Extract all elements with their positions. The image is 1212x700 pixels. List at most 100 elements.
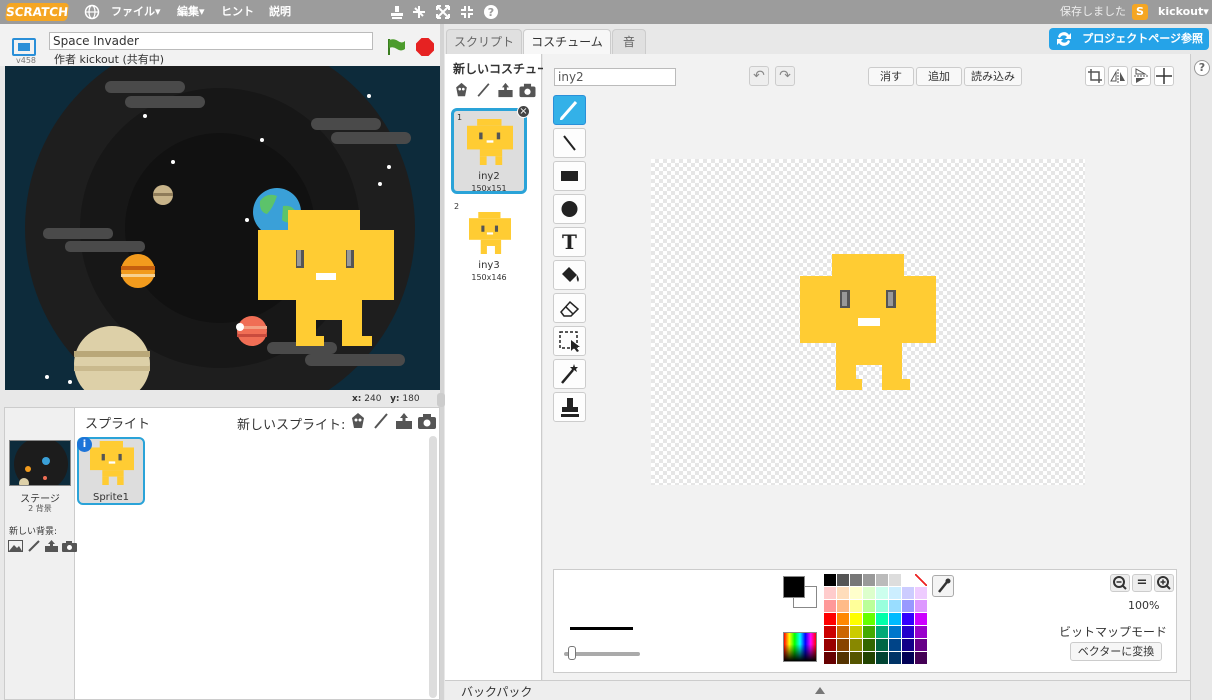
palette-color-swatch[interactable] <box>876 626 888 638</box>
zoom-out-button[interactable] <box>1110 574 1130 592</box>
clear-button[interactable]: 消す <box>868 67 914 86</box>
help-button[interactable]: ? <box>1194 60 1210 76</box>
palette-color-swatch[interactable] <box>837 639 849 651</box>
scratch-logo[interactable]: SCRATCH <box>5 3 69 21</box>
brush-width-slider-thumb[interactable] <box>568 646 576 660</box>
tab-scripts[interactable]: スクリプト <box>446 29 522 54</box>
palette-color-swatch[interactable] <box>863 626 875 638</box>
fill-bucket-tool-icon[interactable] <box>553 260 586 290</box>
crop-icon[interactable] <box>1085 66 1105 86</box>
brush-tool-icon[interactable] <box>553 95 586 125</box>
palette-color-swatch[interactable] <box>876 600 888 612</box>
text-tool-icon[interactable]: T <box>553 227 586 257</box>
zoom-in-button[interactable] <box>1154 574 1174 592</box>
eyedropper-icon[interactable] <box>932 575 954 597</box>
line-tool-icon[interactable] <box>553 128 586 158</box>
sprite-list-scrollbar[interactable] <box>429 436 437 698</box>
palette-color-swatch[interactable] <box>824 613 836 625</box>
palette-color-swatch[interactable] <box>902 587 914 599</box>
delete-costume-button[interactable]: × <box>517 105 530 118</box>
ellipse-tool-icon[interactable] <box>553 194 586 224</box>
paint-sprite-icon[interactable] <box>372 412 390 430</box>
duplicate-stamp-icon[interactable] <box>389 4 405 20</box>
palette-color-swatch[interactable] <box>824 626 836 638</box>
eraser-tool-icon[interactable] <box>553 293 586 323</box>
camera-costume-icon[interactable] <box>519 82 536 98</box>
camera-sprite-icon[interactable] <box>418 412 436 430</box>
paint-costume-icon[interactable] <box>475 82 492 98</box>
palette-color-swatch[interactable] <box>889 600 901 612</box>
expand-arrow-icon[interactable] <box>815 687 825 694</box>
palette-color-swatch[interactable] <box>889 587 901 599</box>
stamp-tool-icon[interactable] <box>553 392 586 422</box>
palette-color-swatch[interactable] <box>863 639 875 651</box>
backpack-bar[interactable]: バックパック <box>445 680 1190 700</box>
fullscreen-button[interactable] <box>12 38 36 56</box>
palette-color-swatch[interactable] <box>889 613 901 625</box>
palette-color-swatch[interactable] <box>863 574 875 586</box>
palette-color-swatch[interactable] <box>876 652 888 664</box>
palette-color-swatch[interactable] <box>837 600 849 612</box>
palette-color-swatch[interactable] <box>837 587 849 599</box>
globe-icon[interactable] <box>84 4 100 20</box>
stage[interactable] <box>5 66 440 390</box>
upload-backdrop-icon[interactable] <box>44 540 59 552</box>
palette-color-swatch[interactable] <box>889 626 901 638</box>
costume-library-icon[interactable] <box>453 82 470 98</box>
palette-color-swatch[interactable] <box>837 574 849 586</box>
backdrop-library-icon[interactable] <box>8 540 23 552</box>
palette-color-swatch[interactable] <box>889 652 901 664</box>
drawing-canvas[interactable] <box>651 159 1085 485</box>
palette-color-swatch[interactable] <box>850 652 862 664</box>
palette-color-swatch[interactable] <box>837 652 849 664</box>
sprite-library-icon[interactable] <box>349 412 367 430</box>
stage-thumbnail[interactable] <box>9 440 71 486</box>
palette-color-swatch[interactable] <box>915 652 927 664</box>
palette-color-swatch[interactable] <box>824 639 836 651</box>
set-center-icon[interactable] <box>1154 66 1174 86</box>
collapse-stage-handle[interactable] <box>437 393 445 407</box>
menu-file[interactable]: ファイル▾ <box>111 0 161 24</box>
costume-item-1[interactable]: 1 iny2 150x151 × <box>451 105 530 194</box>
zoom-reset-button[interactable]: = <box>1132 574 1152 592</box>
menu-tips[interactable]: ヒント <box>221 0 254 24</box>
palette-color-swatch[interactable] <box>902 613 914 625</box>
costume-name-input[interactable]: iny2 <box>554 68 676 86</box>
foreground-color-swatch[interactable] <box>783 576 805 598</box>
palette-color-swatch[interactable] <box>915 626 927 638</box>
palette-color-swatch[interactable] <box>824 587 836 599</box>
menu-about[interactable]: 説明 <box>269 0 291 24</box>
palette-color-swatch[interactable] <box>876 587 888 599</box>
select-tool-icon[interactable] <box>553 326 586 356</box>
palette-color-swatch[interactable] <box>863 600 875 612</box>
tab-sounds[interactable]: 音 <box>612 29 646 54</box>
sprite-info-button[interactable]: i <box>77 437 92 452</box>
camera-backdrop-icon[interactable] <box>62 540 77 552</box>
shrink-icon[interactable] <box>459 4 475 20</box>
palette-color-swatch[interactable] <box>902 626 914 638</box>
rectangle-tool-icon[interactable] <box>553 161 586 191</box>
palette-color-swatch[interactable] <box>837 613 849 625</box>
palette-color-swatch[interactable] <box>824 652 836 664</box>
color-spectrum-picker[interactable] <box>783 632 817 662</box>
palette-color-swatch[interactable] <box>902 574 914 586</box>
palette-color-swatch[interactable] <box>863 587 875 599</box>
grow-icon[interactable] <box>435 4 451 20</box>
palette-color-swatch[interactable] <box>889 639 901 651</box>
flip-horizontal-icon[interactable] <box>1108 66 1128 86</box>
palette-color-swatch[interactable] <box>824 574 836 586</box>
convert-to-vector-button[interactable]: ベクターに変換 <box>1070 642 1162 661</box>
palette-color-swatch[interactable] <box>889 574 901 586</box>
paint-backdrop-icon[interactable] <box>26 540 41 552</box>
user-avatar[interactable]: S <box>1132 4 1148 20</box>
green-flag-icon[interactable] <box>386 38 406 56</box>
palette-color-swatch[interactable] <box>850 600 862 612</box>
see-project-page-button[interactable]: プロジェクトページ参照 <box>1049 28 1209 50</box>
undo-button[interactable]: ↶ <box>749 66 769 86</box>
costume-item-2[interactable]: 2 iny3 150x146 <box>451 200 527 286</box>
palette-color-swatch[interactable] <box>837 626 849 638</box>
upload-sprite-icon[interactable] <box>395 412 413 430</box>
palette-color-swatch[interactable] <box>850 587 862 599</box>
palette-color-swatch[interactable] <box>876 639 888 651</box>
transparent-color-swatch[interactable] <box>915 574 927 586</box>
